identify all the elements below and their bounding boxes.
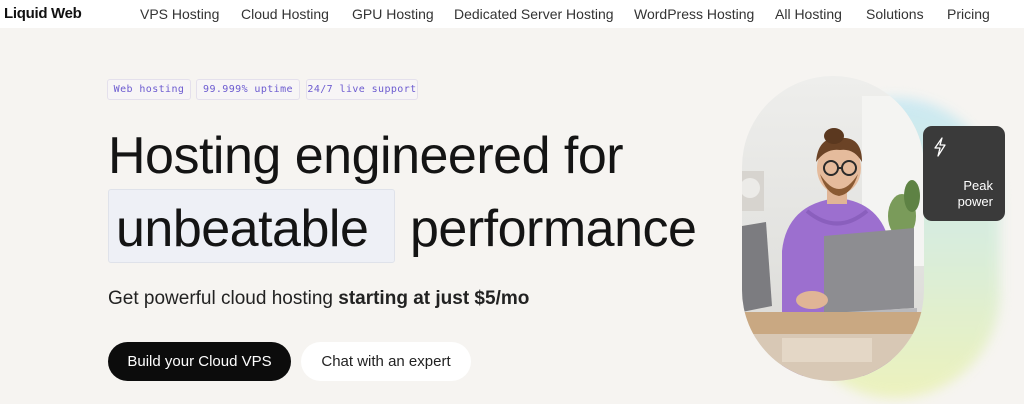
headline-highlight-word: unbeatable — [116, 200, 369, 258]
build-cloud-vps-button[interactable]: Build your Cloud VPS — [108, 342, 291, 381]
subtext-prefix: Get powerful cloud hosting — [108, 288, 333, 309]
peak-power-line-1: Peak — [963, 178, 993, 193]
peak-power-line-2: power — [957, 194, 993, 209]
lightning-bolt-icon — [934, 137, 946, 157]
peak-power-card: Peak power — [923, 126, 1005, 221]
nav-item-wordpress-hosting[interactable]: WordPress Hosting — [634, 6, 754, 22]
badge-live-support: 24/7 live support — [306, 79, 418, 100]
brand-logo[interactable]: Liquid Web — [4, 5, 82, 22]
nav-item-solutions[interactable]: Solutions — [866, 6, 924, 22]
nav-item-pricing[interactable]: Pricing — [947, 6, 990, 22]
badge-web-hosting: Web hosting — [107, 79, 191, 100]
nav-item-dedicated-server-hosting[interactable]: Dedicated Server Hosting — [454, 6, 614, 22]
chat-with-expert-button[interactable]: Chat with an expert — [301, 342, 471, 381]
person-at-laptop-illustration — [742, 96, 924, 381]
nav-item-cloud-hosting[interactable]: Cloud Hosting — [241, 6, 329, 22]
badge-uptime: 99.999% uptime — [196, 79, 300, 100]
peak-power-text: Peak power — [958, 178, 993, 210]
nav-item-vps-hosting[interactable]: VPS Hosting — [140, 6, 219, 22]
headline-line-1: Hosting engineered for — [108, 127, 624, 185]
top-nav: Liquid Web VPS Hosting Cloud Hosting GPU… — [0, 0, 1024, 28]
headline-line-2: performance — [410, 200, 697, 258]
hero-subtext: Get powerful cloud hosting starting at j… — [108, 288, 529, 310]
nav-item-gpu-hosting[interactable]: GPU Hosting — [352, 6, 434, 22]
subtext-price: starting at just $5/mo — [338, 288, 530, 309]
hero-photo — [742, 76, 924, 381]
nav-item-all-hosting[interactable]: All Hosting — [775, 6, 842, 22]
